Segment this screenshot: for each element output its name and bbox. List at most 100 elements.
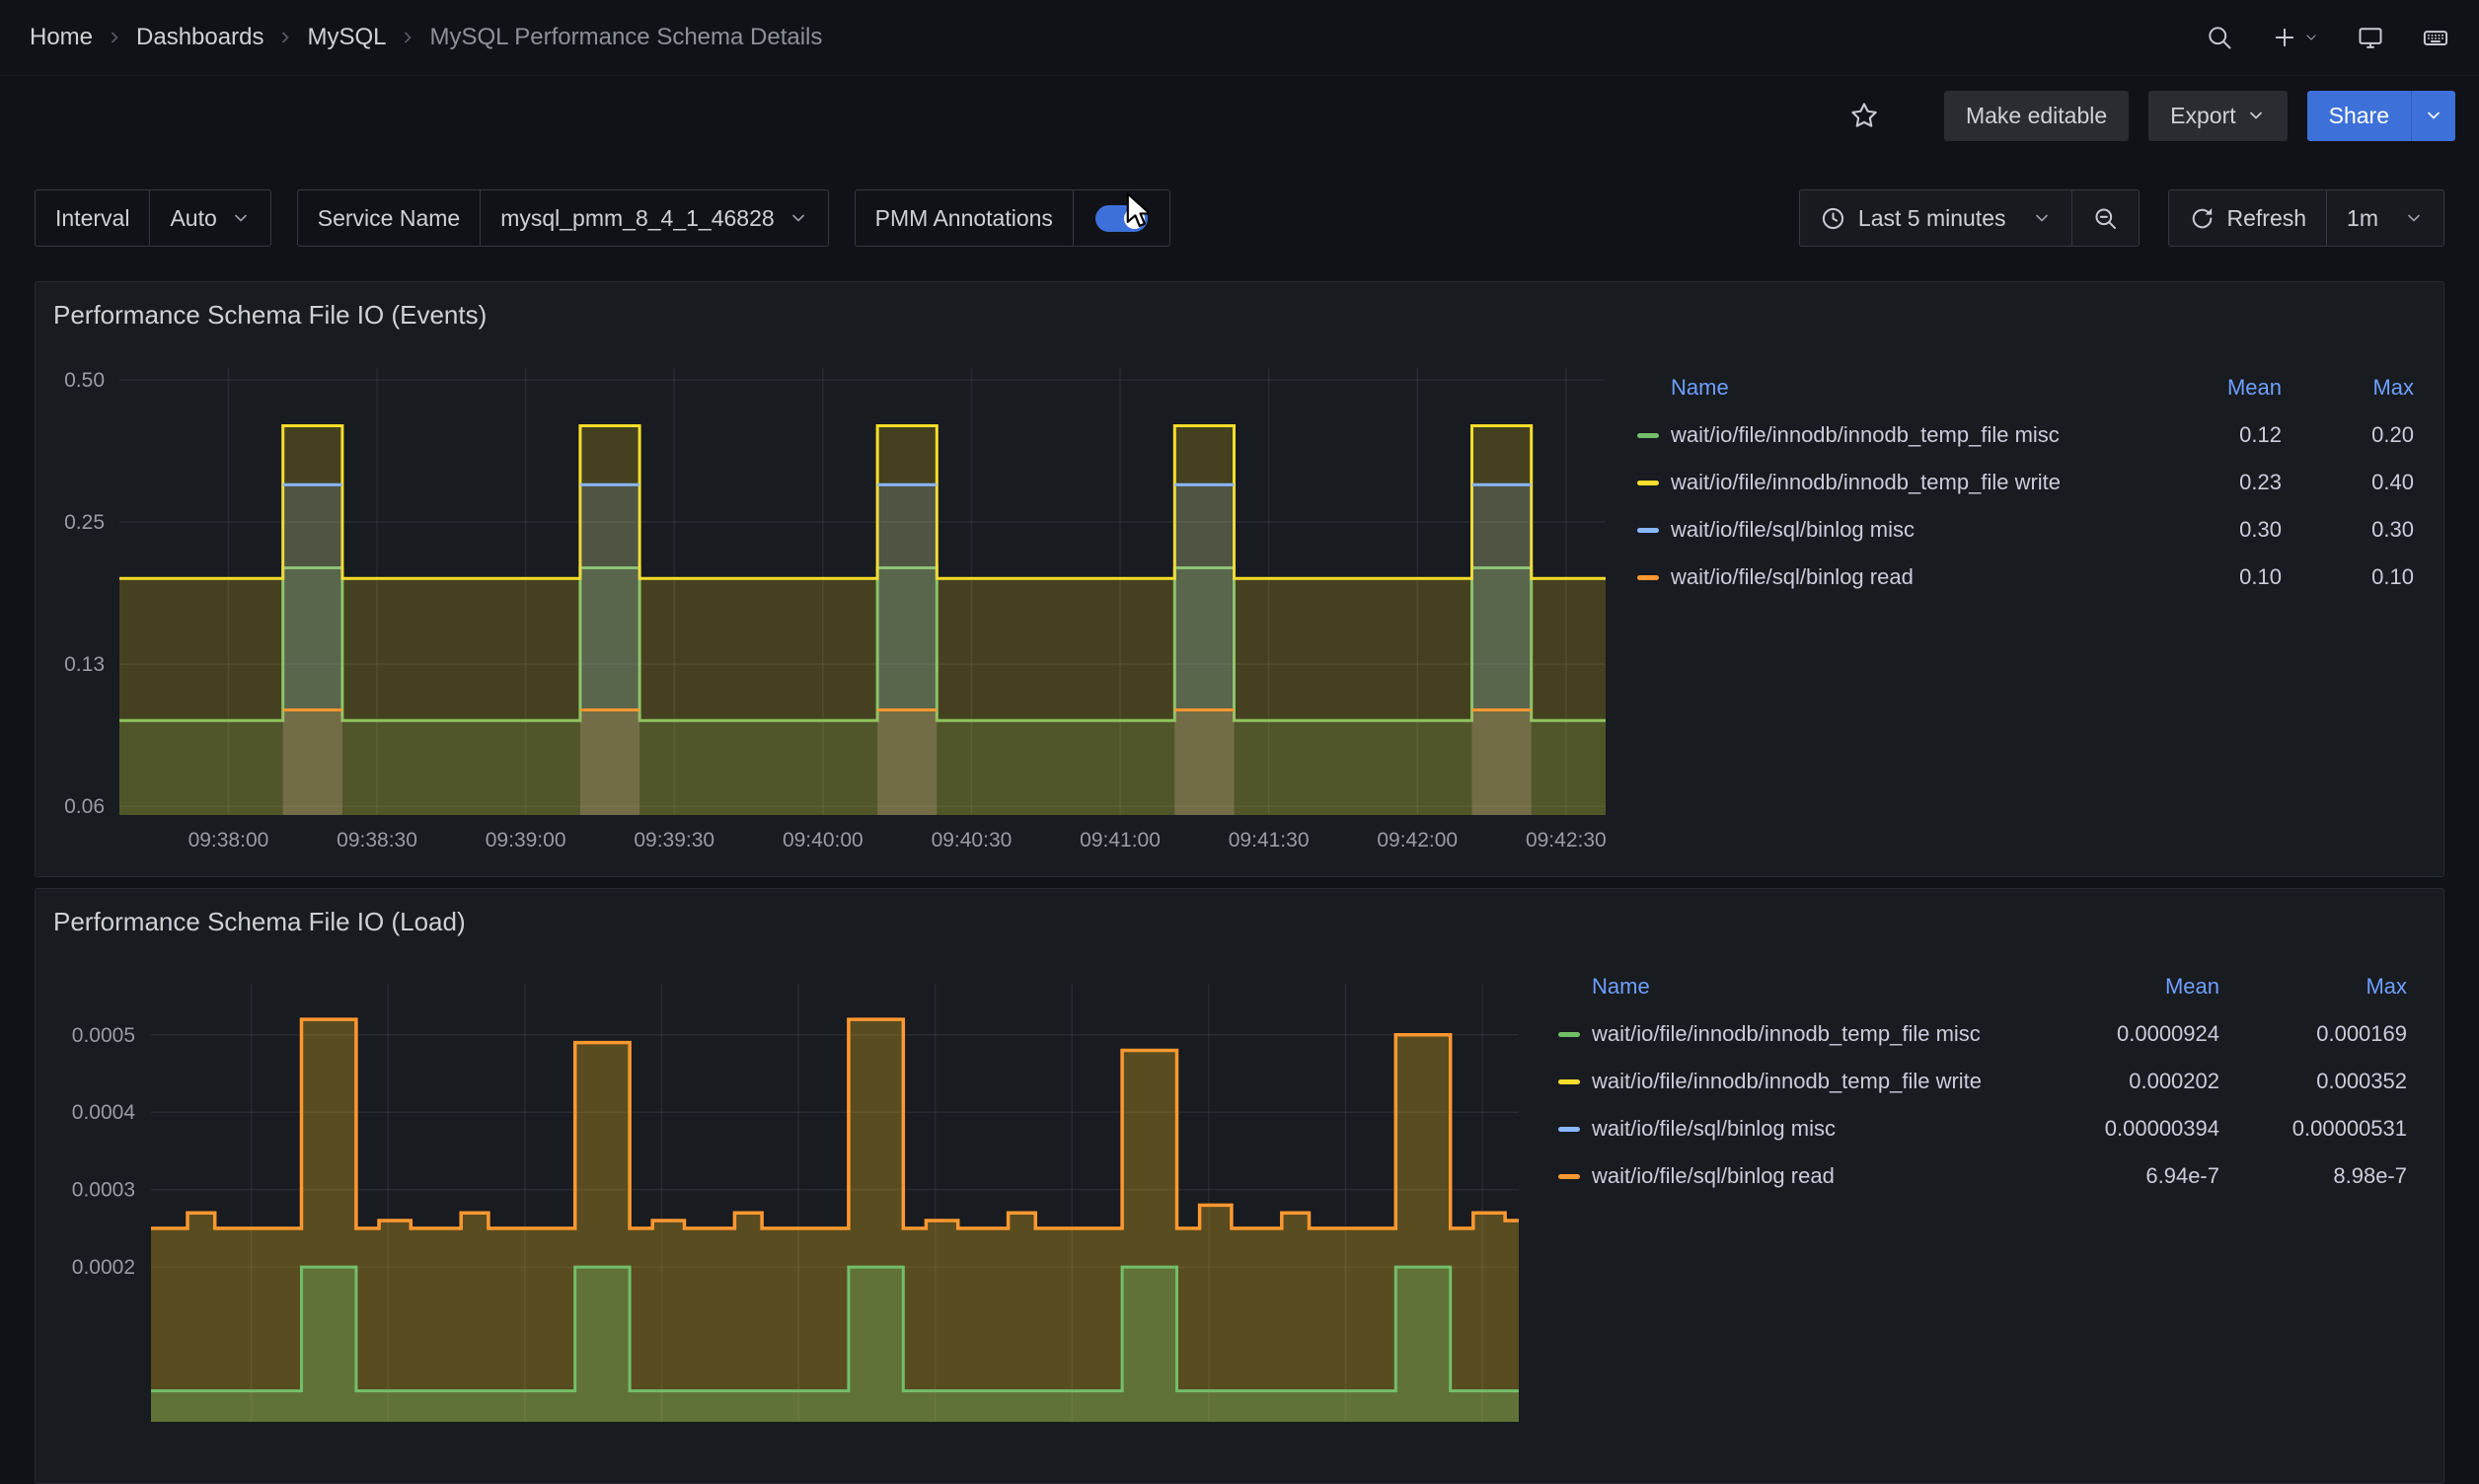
panel-title[interactable]: Performance Schema File IO (Events) — [53, 300, 487, 331]
series-color-swatch — [1637, 528, 1659, 533]
legend-row: wait/io/file/sql/binlog misc 0.00000394 … — [1558, 1105, 2407, 1152]
export-button[interactable]: Export — [2148, 91, 2287, 141]
search-icon[interactable] — [2206, 24, 2233, 51]
share-button-group: Share — [2307, 91, 2455, 141]
clock-icon — [1820, 205, 1846, 232]
series-max: 0.10 — [2282, 564, 2414, 590]
series-toggle[interactable]: wait/io/file/sql/binlog read — [1637, 564, 2124, 590]
series-mean: 0.30 — [2124, 517, 2282, 543]
svg-text:09:42:30: 09:42:30 — [1526, 829, 1607, 852]
series-toggle[interactable]: wait/io/file/sql/binlog misc — [1637, 517, 2124, 543]
legend-header-max[interactable]: Max — [2219, 974, 2407, 1000]
series-name: wait/io/file/innodb/innodb_temp_file mis… — [1592, 1021, 1981, 1047]
load-legend: Name Mean Max wait/io/file/innodb/innodb… — [1558, 963, 2407, 1200]
legend-header-name[interactable]: Name — [1637, 375, 2124, 401]
svg-text:09:38:30: 09:38:30 — [337, 829, 417, 852]
svg-text:0.0003: 0.0003 — [72, 1179, 135, 1202]
share-dropdown-button[interactable] — [2411, 91, 2455, 141]
svg-text:09:40:30: 09:40:30 — [932, 829, 1013, 852]
svg-text:0.0004: 0.0004 — [72, 1101, 136, 1124]
series-toggle[interactable]: wait/io/file/innodb/innodb_temp_file wri… — [1558, 1069, 2047, 1094]
series-color-swatch — [1558, 1127, 1580, 1132]
filter-bar: Interval Auto Service Name mysql_pmm_8_4… — [35, 189, 2444, 247]
series-name: wait/io/file/sql/binlog read — [1592, 1163, 1835, 1189]
breadcrumb-separator-icon — [105, 28, 124, 47]
series-toggle[interactable]: wait/io/file/innodb/innodb_temp_file mis… — [1558, 1021, 2047, 1047]
chevron-down-icon — [2246, 106, 2266, 125]
monitor-icon[interactable] — [2357, 24, 2384, 51]
legend-header-name[interactable]: Name — [1558, 974, 2047, 1000]
refresh-button[interactable]: Refresh — [2168, 189, 2328, 247]
star-icon[interactable] — [1849, 101, 1879, 130]
legend-row: wait/io/file/innodb/innodb_temp_file wri… — [1558, 1058, 2407, 1105]
series-mean: 0.23 — [2124, 470, 2282, 495]
share-button[interactable]: Share — [2307, 91, 2411, 141]
dashboard-toolbar: Make editable Export Share — [0, 76, 2479, 155]
series-max: 0.30 — [2282, 517, 2414, 543]
series-max: 0.000352 — [2219, 1069, 2407, 1094]
svg-text:0.06: 0.06 — [64, 795, 105, 818]
series-mean: 0.12 — [2124, 422, 2282, 448]
series-name: wait/io/file/sql/binlog misc — [1592, 1116, 1836, 1142]
legend-header-mean[interactable]: Mean — [2124, 375, 2282, 401]
series-toggle[interactable]: wait/io/file/innodb/innodb_temp_file wri… — [1637, 470, 2124, 495]
svg-text:09:41:30: 09:41:30 — [1229, 829, 1310, 852]
series-max: 0.40 — [2282, 470, 2414, 495]
chevron-down-icon — [2032, 208, 2052, 228]
series-color-swatch — [1558, 1032, 1580, 1037]
series-toggle[interactable]: wait/io/file/sql/binlog misc — [1558, 1116, 2047, 1142]
legend-header-mean[interactable]: Mean — [2047, 974, 2219, 1000]
legend-header: Name Mean Max — [1637, 364, 2414, 411]
svg-text:0.50: 0.50 — [64, 369, 105, 392]
svg-text:0.0005: 0.0005 — [72, 1024, 135, 1047]
breadcrumb-mysql[interactable]: MySQL — [307, 24, 386, 51]
legend-row: wait/io/file/sql/binlog misc 0.30 0.30 — [1637, 506, 2414, 554]
legend-row: wait/io/file/innodb/innodb_temp_file wri… — [1637, 459, 2414, 506]
service-name-label: Service Name — [297, 189, 481, 247]
share-label: Share — [2329, 103, 2389, 129]
service-name-select[interactable]: mysql_pmm_8_4_1_46828 — [480, 189, 828, 247]
make-editable-button[interactable]: Make editable — [1944, 91, 2129, 141]
svg-text:0.25: 0.25 — [64, 511, 105, 534]
time-range-picker[interactable]: Last 5 minutes — [1799, 189, 2072, 247]
add-panel-icon[interactable] — [2271, 24, 2319, 51]
panel-title[interactable]: Performance Schema File IO (Load) — [53, 907, 466, 937]
svg-text:09:39:30: 09:39:30 — [634, 829, 714, 852]
breadcrumb-home[interactable]: Home — [30, 24, 93, 51]
series-toggle[interactable]: wait/io/file/sql/binlog read — [1558, 1163, 2047, 1189]
series-max: 0.000169 — [2219, 1021, 2407, 1047]
series-toggle[interactable]: wait/io/file/innodb/innodb_temp_file mis… — [1637, 422, 2124, 448]
refresh-label: Refresh — [2227, 205, 2307, 232]
svg-text:09:38:00: 09:38:00 — [188, 829, 269, 852]
series-mean: 6.94e-7 — [2047, 1163, 2219, 1189]
series-max: 0.20 — [2282, 422, 2414, 448]
series-mean: 0.0000924 — [2047, 1021, 2219, 1047]
panel-performance-schema-file-io-load: Performance Schema File IO (Load) 0.0005… — [35, 888, 2444, 1484]
series-max: 0.00000531 — [2219, 1116, 2407, 1142]
series-color-swatch — [1637, 575, 1659, 580]
breadcrumb-separator-icon — [275, 28, 295, 47]
svg-text:09:40:00: 09:40:00 — [783, 829, 864, 852]
svg-text:09:42:00: 09:42:00 — [1377, 829, 1458, 852]
refresh-interval-select[interactable]: 1m — [2326, 189, 2444, 247]
interval-select[interactable]: Auto — [149, 189, 270, 247]
events-legend: Name Mean Max wait/io/file/innodb/innodb… — [1637, 364, 2414, 601]
zoom-out-icon[interactable] — [2071, 189, 2140, 247]
time-range-group: Last 5 minutes — [1799, 189, 2140, 247]
series-mean: 0.10 — [2124, 564, 2282, 590]
breadcrumb-dashboards[interactable]: Dashboards — [136, 24, 263, 51]
legend-header: Name Mean Max — [1558, 963, 2407, 1010]
series-color-swatch — [1637, 433, 1659, 438]
make-editable-label: Make editable — [1966, 103, 2107, 129]
legend-header-max[interactable]: Max — [2282, 375, 2414, 401]
series-mean: 0.000202 — [2047, 1069, 2219, 1094]
refresh-interval-value: 1m — [2347, 205, 2378, 232]
time-range-label: Last 5 minutes — [1858, 205, 2006, 232]
keyboard-icon[interactable] — [2422, 24, 2449, 51]
refresh-group: Refresh 1m — [2168, 189, 2445, 247]
breadcrumb-bar: Home Dashboards MySQL MySQL Performance … — [0, 0, 2479, 76]
pmm-annotations-control: PMM Annotations — [855, 189, 1170, 247]
chevron-down-icon — [231, 208, 251, 228]
panel-performance-schema-file-io-events: Performance Schema File IO (Events) 09:3… — [35, 281, 2444, 877]
pmm-annotations-label: PMM Annotations — [855, 189, 1074, 247]
